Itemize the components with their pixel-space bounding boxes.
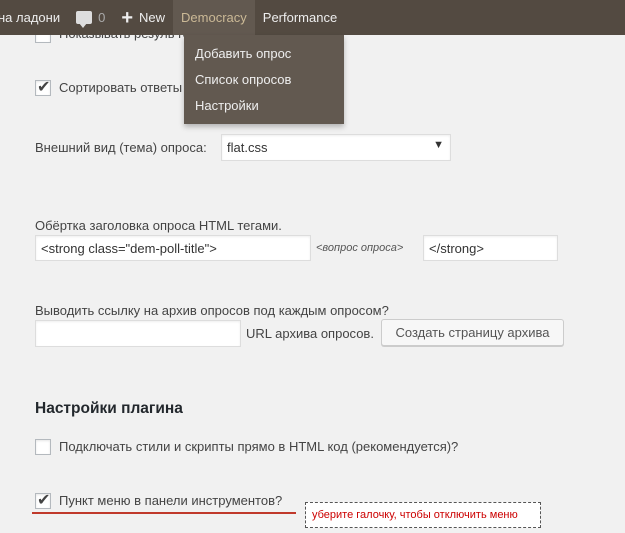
theme-select-value: flat.css: [227, 140, 268, 155]
menu-item-poll-list[interactable]: Список опросов: [184, 67, 344, 93]
comments-link[interactable]: 0: [68, 0, 113, 35]
toolbar-menu-checkbox[interactable]: ✔: [35, 492, 51, 509]
democracy-label: Democracy: [181, 10, 247, 25]
theme-select[interactable]: flat.css ▼: [221, 134, 451, 161]
inline-styles-label: Подключать стили и скрипты прямо в HTML …: [59, 439, 459, 454]
wrapper-close-input[interactable]: </strong>: [423, 235, 558, 261]
inline-styles-checkbox[interactable]: [35, 439, 51, 455]
new-label: New: [139, 10, 166, 25]
admin-bar: на ладони 0 + New Democracy Performance: [0, 0, 625, 35]
sort-answers-checkbox[interactable]: ✔: [35, 79, 51, 96]
comment-bubble-icon: [76, 11, 93, 28]
site-name-link[interactable]: на ладони: [0, 0, 68, 35]
wrapper-open-input[interactable]: <strong class="dem-poll-title">: [35, 235, 311, 261]
site-name: на ладони: [0, 10, 61, 25]
democracy-menu[interactable]: Democracy: [173, 0, 255, 35]
plugin-settings-heading: Настройки плагина: [35, 400, 183, 417]
archive-url-input[interactable]: [35, 320, 241, 347]
menu-item-add-poll[interactable]: Добавить опрос: [184, 41, 344, 67]
wrapper-middle-text: <вопрос опроса>: [316, 242, 404, 254]
performance-menu[interactable]: Performance: [255, 0, 345, 35]
performance-label: Performance: [262, 10, 338, 25]
new-content-link[interactable]: + New: [113, 0, 173, 35]
democracy-dropdown: Добавить опрос Список опросов Настройки: [184, 35, 344, 124]
annotation-note: уберите галочку, чтобы отключить меню: [305, 502, 541, 528]
theme-label: Внешний вид (тема) опроса:: [35, 140, 207, 155]
dropdown-arrow-icon: ▼: [433, 139, 444, 151]
comments-count: 0: [98, 10, 106, 25]
wrapper-label: Обёртка заголовка опроса HTML тегами.: [35, 218, 282, 233]
archive-label: Выводить ссылку на архив опросов под каж…: [35, 303, 389, 318]
archive-url-caption: URL архива опросов.: [246, 326, 374, 341]
menu-item-settings[interactable]: Настройки: [184, 93, 344, 119]
annotation-underline: [32, 512, 296, 514]
sort-answers-label: Сортировать ответы: [59, 80, 183, 95]
create-archive-page-button[interactable]: Создать страницу архива: [381, 319, 564, 346]
checkmark-icon: ✔: [37, 79, 51, 96]
toolbar-menu-label: Пункт меню в панели инструментов?: [59, 493, 283, 508]
plus-icon: +: [121, 6, 134, 29]
checkmark-icon: ✔: [37, 492, 51, 509]
